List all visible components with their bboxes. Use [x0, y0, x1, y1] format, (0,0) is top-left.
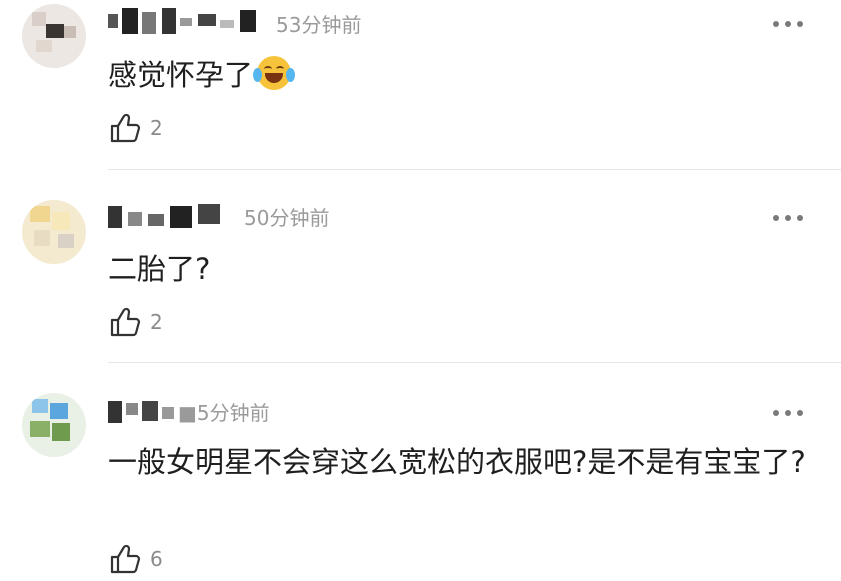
like-button[interactable]: 6: [108, 541, 163, 577]
like-button[interactable]: 2: [108, 304, 163, 340]
thumbs-up-icon: [110, 544, 141, 574]
thumbs-up-icon: [110, 113, 141, 143]
more-options-button[interactable]: [773, 20, 803, 28]
username-blurred[interactable]: [108, 8, 268, 34]
more-options-button[interactable]: [773, 409, 803, 417]
more-dots-icon: [773, 21, 779, 27]
like-button[interactable]: 2: [108, 110, 163, 146]
like-count: 6: [150, 547, 163, 571]
comment-item: 53分钟前 感觉怀孕了 2: [0, 0, 841, 170]
avatar[interactable]: [22, 200, 86, 264]
comment-time: 50分钟前: [244, 206, 330, 230]
comment-item: 50分钟前 二胎了? 2: [0, 170, 841, 363]
comment-text: 二胎了?: [108, 252, 211, 286]
more-dots-icon: [773, 410, 779, 416]
comment-item: ■5分钟前 一般女明星不会穿这么宽松的衣服吧?是不是有宝宝了? 6: [0, 363, 841, 581]
like-count: 2: [150, 310, 163, 334]
comment-time: ■5分钟前: [178, 401, 270, 425]
comment-text: 感觉怀孕了: [108, 52, 828, 98]
more-options-button[interactable]: [773, 214, 803, 222]
laughing-crying-emoji-icon: [253, 56, 296, 90]
avatar[interactable]: [22, 393, 86, 457]
username-blurred[interactable]: [108, 397, 188, 423]
comment-text: 一般女明星不会穿这么宽松的衣服吧?是不是有宝宝了?: [108, 445, 806, 479]
like-count: 2: [150, 116, 163, 140]
thumbs-up-icon: [110, 307, 141, 337]
comment-text-content: 感觉怀孕了: [108, 58, 254, 92]
comment-time: 53分钟前: [276, 13, 362, 37]
username-blurred[interactable]: [108, 202, 238, 228]
more-dots-icon: [773, 215, 779, 221]
avatar[interactable]: [22, 4, 86, 68]
